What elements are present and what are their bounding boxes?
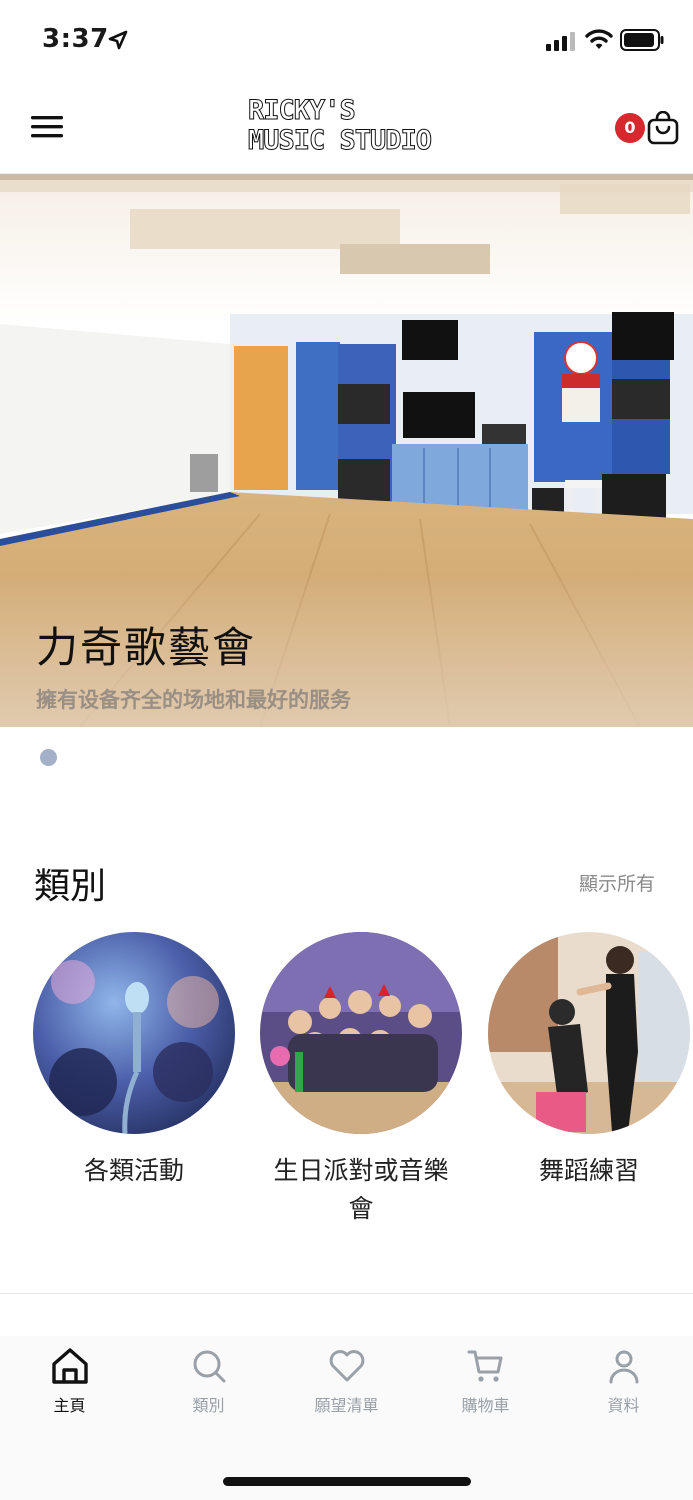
logo-line-1: RICKY'S [248,95,357,126]
user-icon [609,1350,638,1384]
status-time: 3:37 [42,24,109,54]
hero-banner[interactable]: 力奇歌藝會 擁有设备齐全的场地和最好的服务 [0,174,693,727]
heart-icon [329,1350,364,1382]
tab-home[interactable]: 主頁 [0,1346,139,1416]
wifi-icon [585,29,613,49]
cart-icon [467,1350,502,1382]
tab-label: 購物車 [461,1396,510,1415]
search-icon [193,1350,225,1383]
cart-count-badge[interactable]: 0 [615,113,645,143]
tab-label: 願望清單 [314,1396,379,1415]
bottom-tab-bar: 主頁 類別 願望清單 購物車 資料 [0,1336,693,1500]
tab-label: 類別 [192,1396,225,1415]
section-divider [0,1293,693,1294]
tab-label: 主頁 [53,1396,86,1415]
category-item-party[interactable]: 生日派對或音樂會 [260,932,462,1228]
show-all-link[interactable]: 顯示所有 [579,869,655,896]
tab-label: 資料 [607,1396,640,1415]
tab-categories[interactable]: 類別 [139,1346,278,1416]
battery-icon [620,29,664,51]
home-indicator[interactable] [223,1477,471,1486]
category-item-events[interactable]: 各類活動 [33,932,235,1190]
app-logo[interactable]: RICKY'S MUSIC STUDIO [248,95,448,158]
tab-profile[interactable]: 資料 [554,1346,693,1416]
category-label: 生日派對或音樂會 [273,1156,449,1223]
category-thumb-microphone [33,932,235,1134]
hero-title: 力奇歌藝會 [36,623,257,672]
hamburger-menu-icon[interactable] [30,114,64,140]
category-label: 各類活動 [83,1156,184,1185]
category-thumb-party-group [260,932,462,1134]
category-item-dance[interactable]: 舞蹈練習 [488,932,690,1190]
category-thumb-dance [488,932,690,1134]
category-label: 舞蹈練習 [538,1156,639,1185]
logo-line-2: MUSIC STUDIO [248,125,433,156]
home-icon [51,1348,88,1384]
cellular-signal-icon [546,32,575,51]
categories-title: 類別 [34,866,107,907]
shopping-bag-icon[interactable] [646,111,680,145]
tab-wishlist[interactable]: 願望清單 [277,1346,416,1416]
hero-subtitle: 擁有设备齐全的场地和最好的服务 [36,688,351,712]
tab-cart[interactable]: 購物車 [416,1346,555,1416]
app-header: RICKY'S MUSIC STUDIO 0 [0,80,693,174]
location-arrow-icon [108,30,128,50]
carousel-page-indicator[interactable] [40,749,57,766]
status-bar: 3:37 [0,0,693,80]
